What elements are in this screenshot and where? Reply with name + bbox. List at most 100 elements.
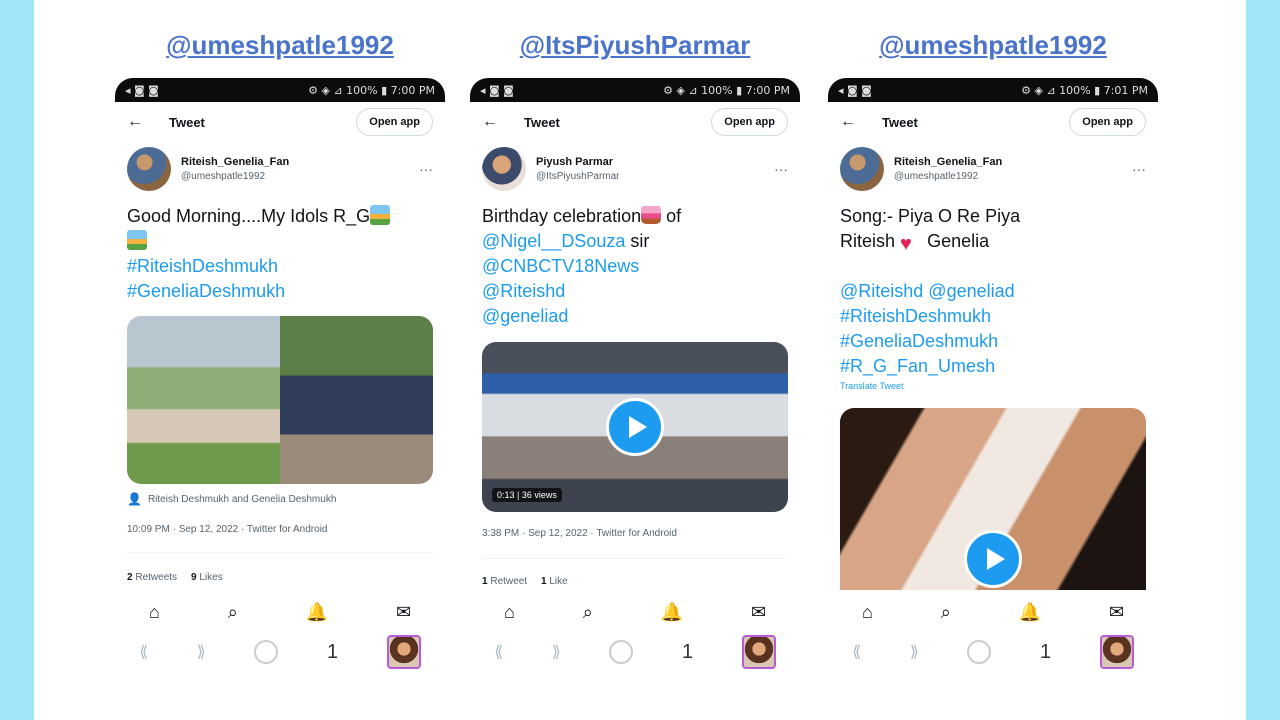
mention-link[interactable]: @Nigel__DSouza — [482, 231, 625, 251]
open-app-button[interactable]: Open app — [1069, 108, 1146, 136]
messages-icon[interactable]: ✉ — [1109, 602, 1124, 623]
retweets-stat[interactable]: 2 Retweets — [127, 572, 177, 583]
browser-forward-icon[interactable]: ⟫ — [197, 642, 206, 662]
status-bar: ◂ ◙ ◙ ⚙ ◈ ⊿ 100% ▮ 7:00 PM — [470, 78, 800, 102]
status-bar: ◂ ◙ ◙ ⚙ ◈ ⊿ 100% ▮ 7:00 PM — [115, 78, 445, 102]
messages-icon[interactable]: ✉ — [396, 602, 411, 623]
play-icon[interactable] — [606, 398, 664, 456]
tab-count[interactable]: 1 — [327, 641, 338, 664]
left-cyan-border — [0, 0, 34, 720]
likes-count: 9 — [191, 572, 197, 583]
hashtag-link[interactable]: #GeneliaDeshmukh — [840, 329, 1146, 354]
play-icon[interactable] — [964, 530, 1022, 588]
panel-handle[interactable]: @ItsPiyushParmar — [470, 30, 800, 61]
tweet-text: Good Morning....My Idols R_G #RiteishDes… — [127, 204, 433, 304]
back-arrow-icon[interactable]: ← — [840, 113, 870, 131]
author-name[interactable]: Riteish_Genelia_Fan — [894, 156, 1132, 168]
home-icon[interactable]: ⌂ — [862, 602, 873, 623]
avatar[interactable] — [482, 147, 526, 191]
status-left: ◂ ◙ ◙ — [480, 83, 514, 97]
tagged-people[interactable]: 👤 Riteish Deshmukh and Genelia Deshmukh — [127, 492, 336, 506]
home-icon[interactable]: ⌂ — [149, 602, 160, 623]
reload-icon[interactable] — [609, 640, 634, 664]
profile-thumbnail[interactable] — [386, 635, 421, 669]
tweet-video[interactable] — [840, 408, 1146, 590]
divider — [482, 558, 788, 559]
author-name[interactable]: Piyush Parmar — [536, 156, 774, 168]
tweet-line: Birthday celebration of — [482, 204, 788, 229]
mention-link[interactable]: @geneliad — [482, 304, 788, 329]
more-options-icon[interactable]: ··· — [419, 161, 433, 177]
tweet-line: Good Morning....My Idols R_G — [127, 204, 433, 229]
browser-bar: ⟪ ⟫ 1 — [828, 634, 1158, 670]
back-arrow-icon[interactable]: ← — [127, 113, 157, 131]
hashtag-link[interactable]: #RiteishDeshmukh — [840, 304, 1146, 329]
photo-right[interactable] — [280, 316, 433, 484]
avatar[interactable] — [127, 147, 171, 191]
profile-thumbnail[interactable] — [741, 635, 776, 669]
line-spacer — [840, 254, 1146, 279]
browser-back-icon[interactable]: ⟪ — [494, 642, 503, 662]
browser-back-icon[interactable]: ⟪ — [139, 642, 148, 662]
messages-icon[interactable]: ✉ — [751, 602, 766, 623]
author-handle[interactable]: @umeshpatle1992 — [181, 171, 419, 182]
tweet-text: Song:- Piya O Re Piya Riteish ♥ Genelia … — [840, 204, 1146, 393]
browser-forward-icon[interactable]: ⟫ — [552, 642, 561, 662]
search-icon[interactable]: ⌕ — [941, 602, 951, 623]
notifications-icon[interactable]: 🔔 — [306, 602, 328, 623]
tweet-stats: 1 Retweet 1 Like — [482, 576, 568, 587]
tab-count[interactable]: 1 — [1040, 641, 1051, 664]
panel-handle[interactable]: @umeshpatle1992 — [828, 30, 1158, 61]
author-handle[interactable]: @ItsPiyushParmar — [536, 171, 774, 182]
hashtag-link[interactable]: #GeneliaDeshmukh — [127, 279, 433, 304]
open-app-button[interactable]: Open app — [356, 108, 433, 136]
tweet-text: Birthday celebration of @Nigel__DSouza s… — [482, 204, 788, 329]
retweets-stat[interactable]: 1 Retweet — [482, 576, 527, 587]
tab-count[interactable]: 1 — [682, 641, 693, 664]
reload-icon[interactable] — [254, 640, 279, 664]
mention-link[interactable]: @Riteishd @geneliad — [840, 279, 1146, 304]
home-icon[interactable]: ⌂ — [504, 602, 515, 623]
photo-left[interactable] — [127, 316, 280, 484]
back-arrow-icon[interactable]: ← — [482, 113, 512, 131]
tweet-line: @Nigel__DSouza sir — [482, 229, 788, 254]
hashtag-link[interactable]: #R_G_Fan_Umesh — [840, 354, 1146, 379]
browser-forward-icon[interactable]: ⟫ — [910, 642, 919, 662]
phone-screenshot-1: @umeshpatle1992 ◂ ◙ ◙ ⚙ ◈ ⊿ 100% ▮ 7:00 … — [115, 0, 445, 720]
author-text: Riteish_Genelia_Fan @umeshpatle1992 — [894, 156, 1132, 182]
mention-link[interactable]: @CNBCTV18News — [482, 254, 788, 279]
right-cyan-border — [1246, 0, 1280, 720]
author-handle[interactable]: @umeshpatle1992 — [894, 171, 1132, 182]
search-icon[interactable]: ⌕ — [583, 602, 593, 623]
tweet-meta: 10:09 PM · Sep 12, 2022 · Twitter for An… — [127, 524, 328, 535]
likes-count: 1 — [541, 576, 547, 587]
author-name[interactable]: Riteish_Genelia_Fan — [181, 156, 419, 168]
hashtag-link[interactable]: #RiteishDeshmukh — [127, 254, 433, 279]
author-text: Riteish_Genelia_Fan @umeshpatle1992 — [181, 156, 419, 182]
notifications-icon[interactable]: 🔔 — [661, 602, 683, 623]
tagged-names: Riteish Deshmukh and Genelia Deshmukh — [147, 493, 337, 505]
retweets-count: 2 — [127, 572, 133, 583]
more-options-icon[interactable]: ··· — [1132, 161, 1146, 177]
tweet-video[interactable]: 0:13 | 36 views — [482, 342, 788, 512]
translate-link[interactable]: Translate Tweet — [840, 379, 1146, 393]
likes-label: Like — [549, 576, 568, 587]
more-options-icon[interactable]: ··· — [774, 161, 788, 177]
retweets-label: Retweet — [490, 576, 528, 587]
avatar[interactable] — [840, 147, 884, 191]
notifications-icon[interactable]: 🔔 — [1019, 602, 1041, 623]
tweet-photo[interactable] — [127, 316, 433, 484]
reload-icon[interactable] — [967, 640, 992, 664]
profile-thumbnail[interactable] — [1099, 635, 1134, 669]
likes-stat[interactable]: 1 Like — [541, 576, 568, 587]
bottom-navbar: ⌂ ⌕ 🔔 ✉ — [828, 596, 1158, 628]
likes-stat[interactable]: 9 Likes — [191, 572, 223, 583]
search-icon[interactable]: ⌕ — [228, 602, 238, 623]
tweet-text-line: Birthday celebration — [482, 206, 642, 226]
likes-label: Likes — [199, 572, 223, 583]
mention-link[interactable]: @Riteishd — [482, 279, 788, 304]
panel-handle[interactable]: @umeshpatle1992 — [115, 30, 445, 61]
browser-back-icon[interactable]: ⟪ — [852, 642, 861, 662]
open-app-button[interactable]: Open app — [711, 108, 788, 136]
tweet-stats: 2 Retweets 9 Likes — [127, 572, 223, 583]
